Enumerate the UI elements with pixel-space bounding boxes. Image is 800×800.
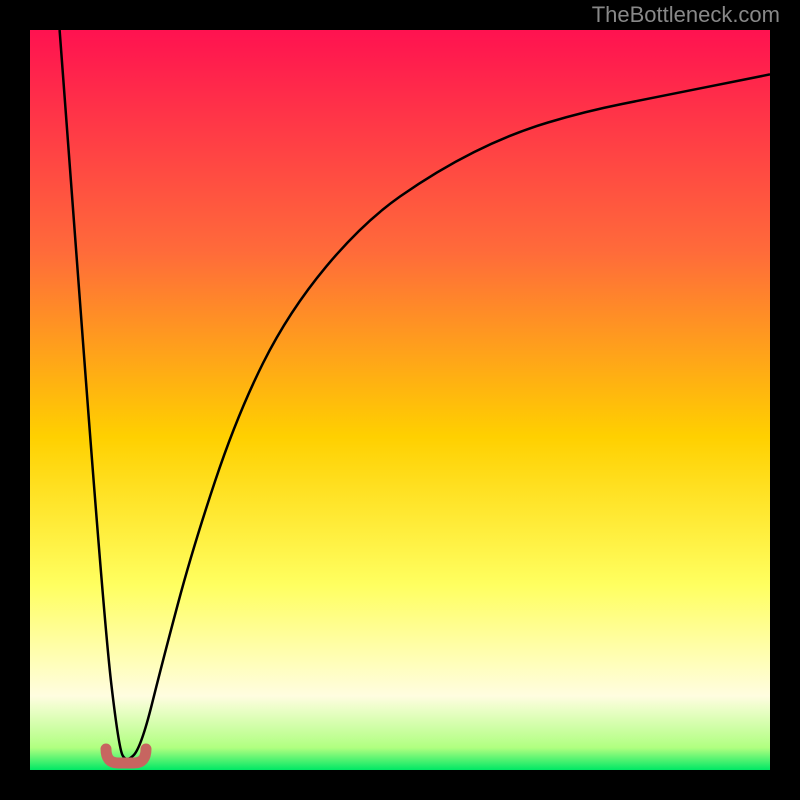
- minimum-marker-icon: [96, 741, 156, 770]
- bottleneck-curve: [30, 30, 770, 770]
- chart-plot-area: [30, 30, 770, 770]
- watermark-text: TheBottleneck.com: [592, 2, 780, 28]
